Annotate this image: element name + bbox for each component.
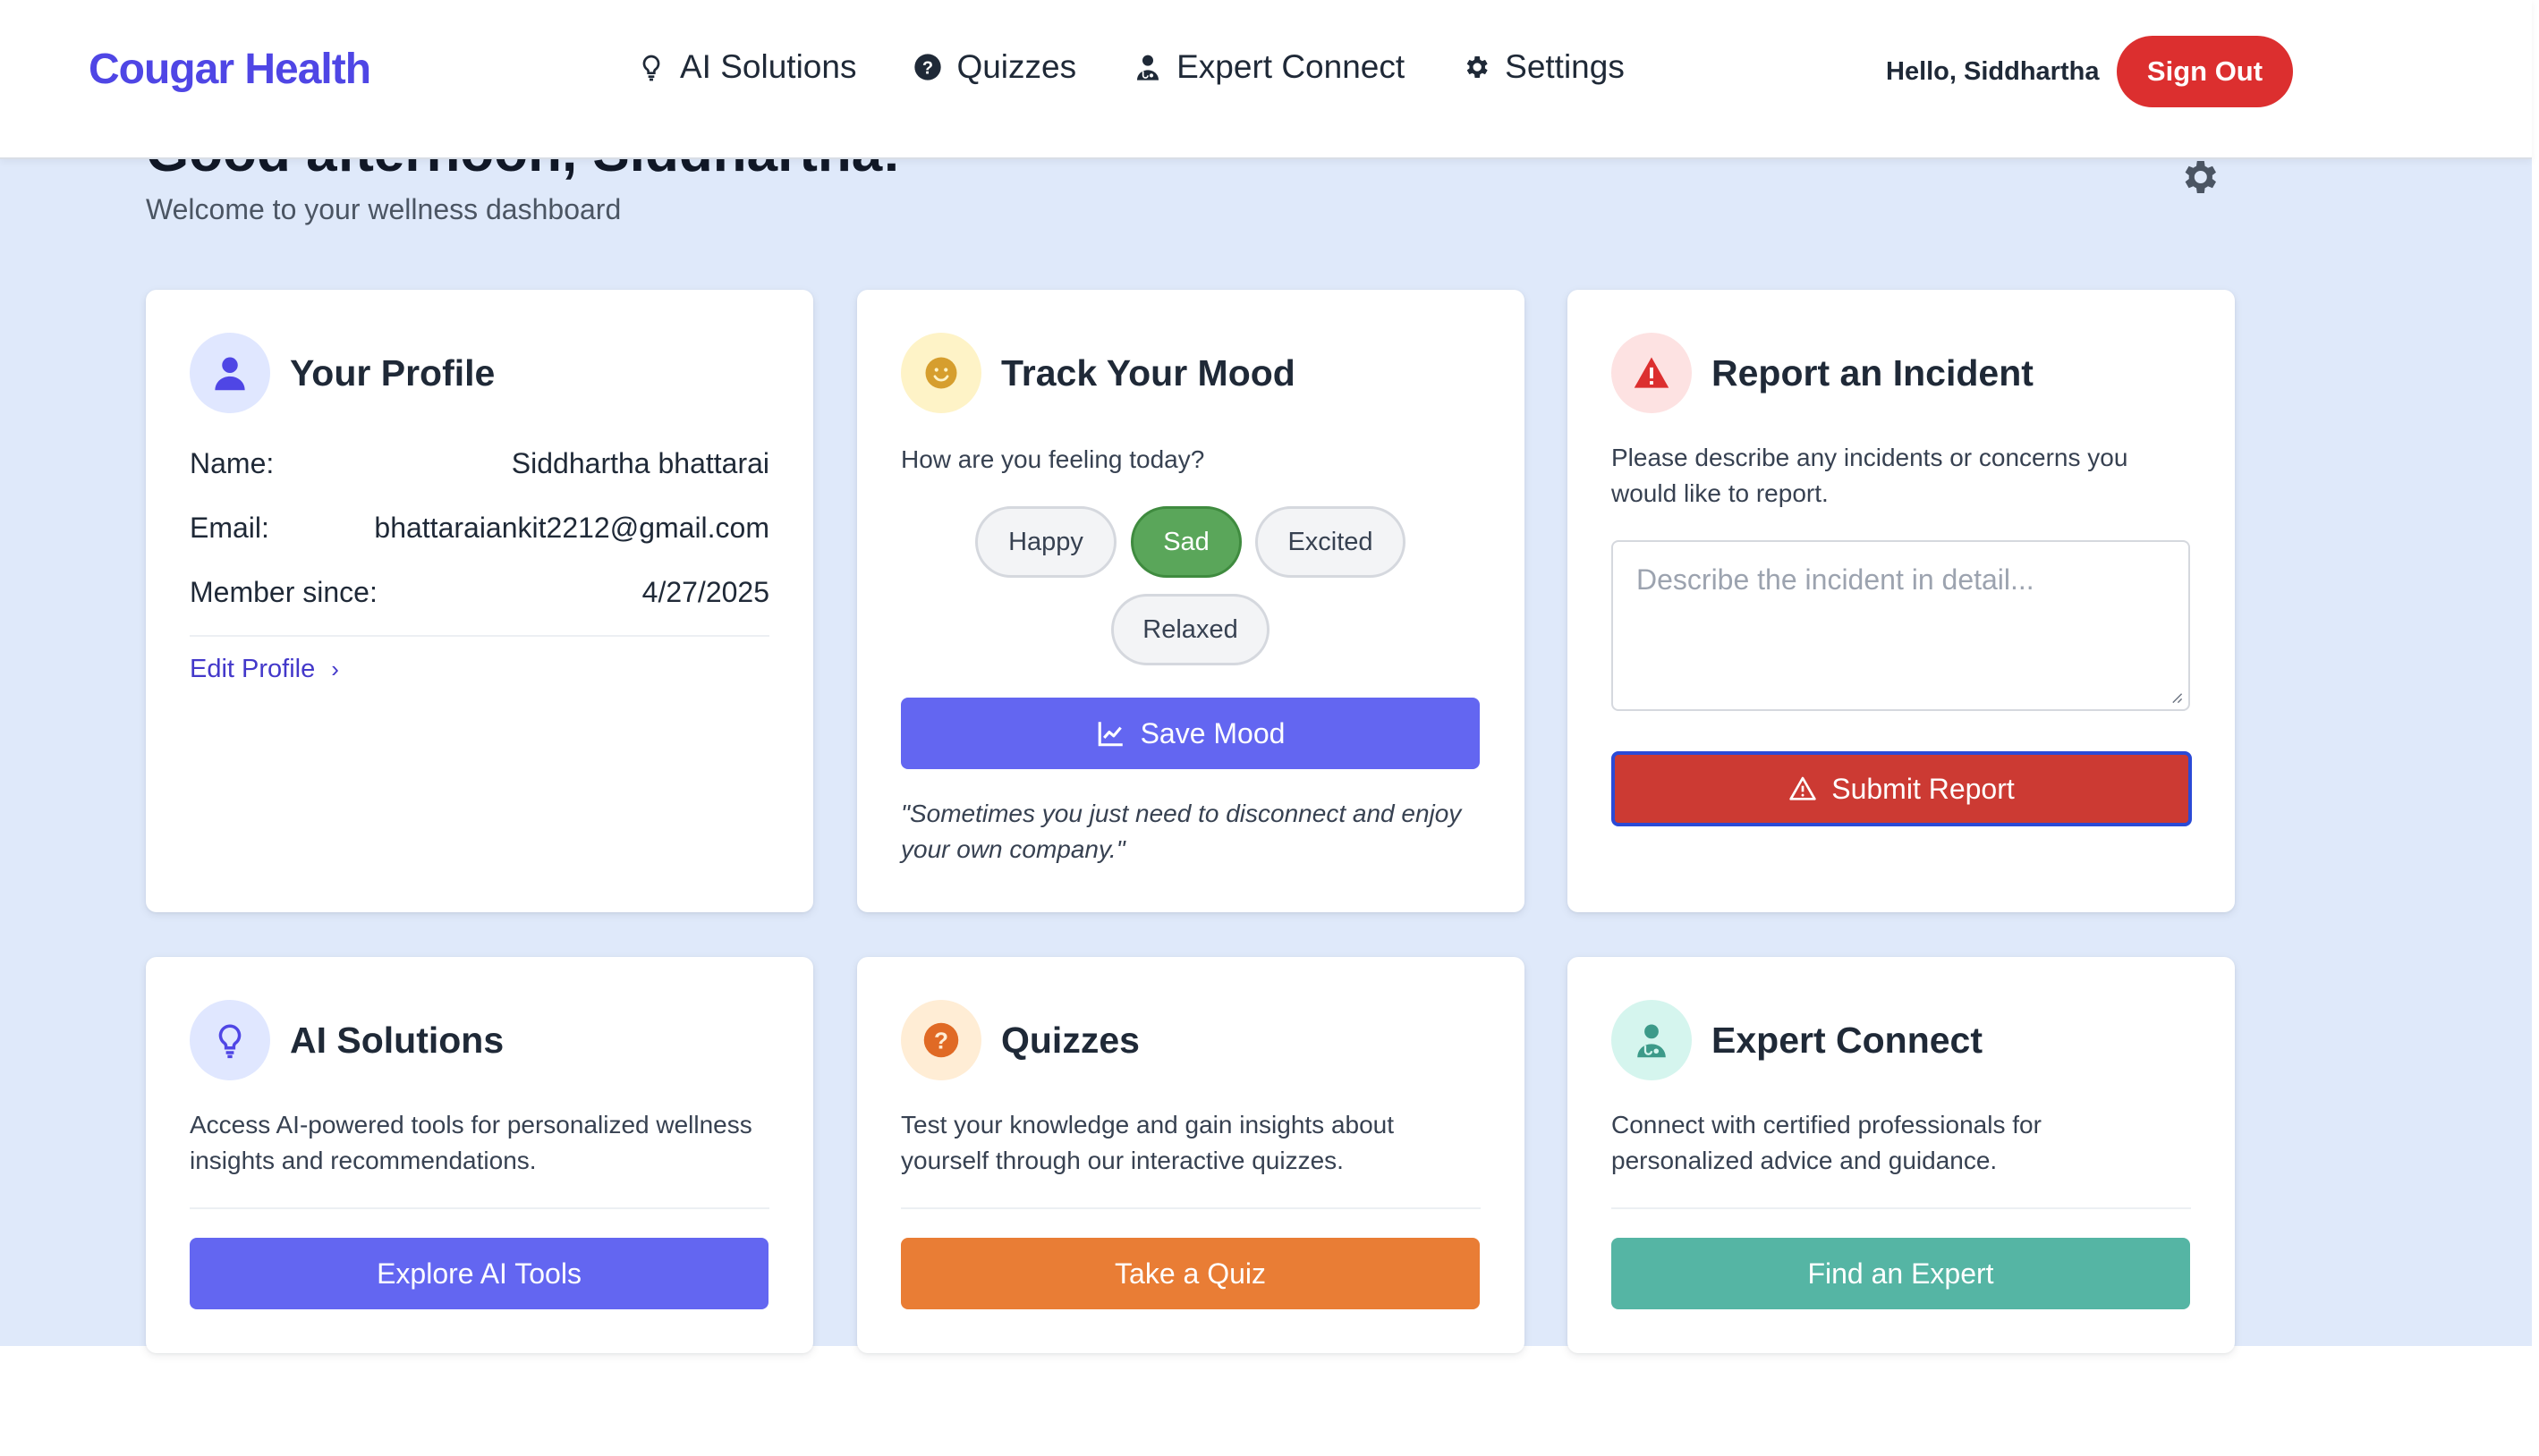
nav-settings[interactable]: Settings bbox=[1462, 48, 1625, 86]
quizzes-card: ? Quizzes Test your knowledge and gain i… bbox=[857, 957, 1524, 1353]
mood-option-sad[interactable]: Sad bbox=[1131, 506, 1242, 578]
profile-member-label: Member since: bbox=[190, 576, 378, 608]
edit-profile-label: Edit Profile bbox=[190, 655, 316, 683]
nav-ai-solutions[interactable]: AI Solutions bbox=[637, 48, 856, 86]
profile-email-row: Email: bhattaraiankit2212@gmail.com bbox=[190, 512, 769, 545]
nav-links: AI Solutions ? Quizzes Expert Connect Se… bbox=[637, 48, 1625, 86]
take-quiz-button[interactable]: Take a Quiz bbox=[901, 1238, 1480, 1309]
quiz-icon-badge: ? bbox=[901, 1000, 981, 1080]
profile-member-value: 4/27/2025 bbox=[641, 576, 769, 608]
incident-icon-badge bbox=[1611, 333, 1692, 413]
gear-icon bbox=[1466, 56, 1488, 78]
mood-option-excited[interactable]: Excited bbox=[1255, 506, 1405, 578]
svg-text:?: ? bbox=[922, 58, 933, 78]
incident-placeholder: Describe the incident in detail... bbox=[1636, 563, 2034, 596]
incident-card-title: Report an Incident bbox=[1711, 351, 2034, 394]
edit-profile-link[interactable]: Edit Profile › bbox=[190, 655, 339, 684]
profile-email-label: Email: bbox=[190, 512, 269, 544]
sign-out-button[interactable]: Sign Out bbox=[2117, 36, 2293, 107]
profile-name-label: Name: bbox=[190, 447, 275, 479]
nav-quizzes[interactable]: ? Quizzes bbox=[913, 48, 1076, 86]
profile-name-value: Siddhartha bhattarai bbox=[511, 447, 769, 479]
user-icon bbox=[215, 357, 245, 391]
nav-ai-solutions-label: AI Solutions bbox=[680, 48, 857, 85]
find-expert-button[interactable]: Find an Expert bbox=[1611, 1238, 2190, 1309]
user-greeting: Hello, Siddhartha bbox=[1886, 57, 2100, 86]
page-subtitle: Welcome to your wellness dashboard bbox=[146, 193, 622, 225]
mood-prompt: How are you feeling today? bbox=[901, 445, 1205, 473]
quiz-card-title: Quizzes bbox=[1001, 1019, 1140, 1061]
page-edge bbox=[2532, 0, 2539, 1456]
warning-triangle-icon bbox=[1634, 357, 1669, 388]
expert-card-title: Expert Connect bbox=[1711, 1019, 1983, 1061]
mood-option-relaxed[interactable]: Relaxed bbox=[1111, 594, 1270, 665]
expert-description: Connect with certified professionals for… bbox=[1611, 1111, 2042, 1174]
svg-text:?: ? bbox=[934, 1028, 948, 1054]
profile-divider bbox=[190, 635, 769, 637]
profile-email-value: bhattaraiankit2212@gmail.com bbox=[374, 512, 769, 544]
profile-card: Your Profile Name: Siddhartha bhattarai … bbox=[146, 290, 813, 912]
quiz-divider bbox=[901, 1207, 1481, 1209]
profile-member-row: Member since: 4/27/2025 bbox=[190, 576, 769, 609]
brand-logo[interactable]: Cougar Health bbox=[89, 45, 371, 94]
mood-card: Track Your Mood How are you feeling toda… bbox=[857, 290, 1524, 912]
profile-icon-badge bbox=[190, 333, 270, 413]
submit-report-button[interactable]: Submit Report bbox=[1611, 751, 2192, 826]
save-mood-button[interactable]: Save Mood bbox=[901, 698, 1480, 769]
chevron-right-icon: › bbox=[331, 656, 339, 682]
question-circle-icon: ? bbox=[914, 54, 942, 80]
incident-card: Report an Incident Please describe any i… bbox=[1567, 290, 2235, 912]
chart-line-icon bbox=[1098, 722, 1123, 747]
lightbulb-icon bbox=[642, 55, 660, 81]
mood-card-title: Track Your Mood bbox=[1001, 351, 1295, 394]
smile-icon bbox=[925, 357, 957, 389]
ai-divider bbox=[190, 1207, 769, 1209]
ai-icon-badge bbox=[190, 1000, 270, 1080]
expert-connect-card: Expert Connect Connect with certified pr… bbox=[1567, 957, 2235, 1353]
resize-handle-icon[interactable] bbox=[2170, 691, 2183, 704]
lightbulb-icon bbox=[218, 1024, 242, 1059]
mood-quote: "Sometimes you just need to disconnect a… bbox=[901, 800, 1462, 863]
ai-solutions-card: AI Solutions Access AI-powered tools for… bbox=[146, 957, 813, 1353]
mood-icon-badge bbox=[901, 333, 981, 413]
expert-divider bbox=[1611, 1207, 2191, 1209]
top-navbar: Cougar Health AI Solutions ? Quizzes Exp… bbox=[0, 0, 2532, 159]
doctor-icon bbox=[1637, 1024, 1666, 1058]
incident-textarea[interactable]: Describe the incident in detail... bbox=[1611, 540, 2190, 711]
nav-expert-connect-label: Expert Connect bbox=[1176, 48, 1405, 85]
save-mood-label: Save Mood bbox=[1140, 716, 1286, 749]
settings-gear-icon[interactable] bbox=[2178, 156, 2221, 199]
explore-ai-tools-button[interactable]: Explore AI Tools bbox=[190, 1238, 768, 1309]
profile-name-row: Name: Siddhartha bhattarai bbox=[190, 447, 769, 480]
mood-option-happy[interactable]: Happy bbox=[975, 506, 1117, 578]
submit-report-label: Submit Report bbox=[1831, 772, 2015, 805]
nav-quizzes-label: Quizzes bbox=[956, 48, 1077, 85]
question-circle-icon: ? bbox=[923, 1022, 959, 1058]
doctor-icon bbox=[1137, 55, 1159, 80]
incident-description: Please describe any incidents or concern… bbox=[1611, 444, 2128, 507]
warning-outline-icon bbox=[1789, 776, 1816, 800]
expert-icon-badge bbox=[1611, 1000, 1692, 1080]
quiz-description: Test your knowledge and gain insights ab… bbox=[901, 1111, 1395, 1174]
ai-card-title: AI Solutions bbox=[290, 1019, 505, 1061]
nav-expert-connect[interactable]: Expert Connect bbox=[1134, 48, 1405, 86]
nav-settings-label: Settings bbox=[1505, 48, 1625, 85]
profile-card-title: Your Profile bbox=[290, 351, 496, 394]
ai-description: Access AI-powered tools for personalized… bbox=[190, 1111, 752, 1174]
